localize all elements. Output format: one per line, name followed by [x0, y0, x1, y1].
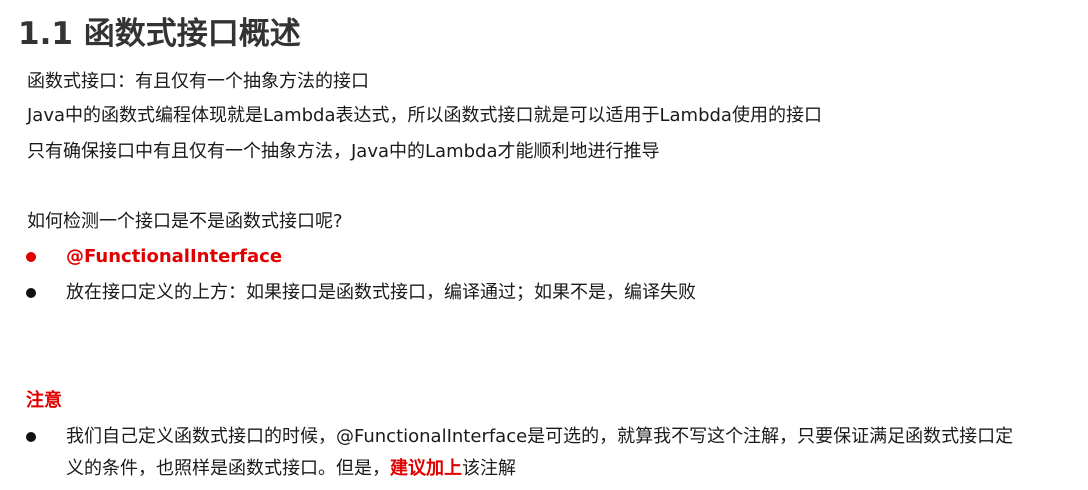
paragraph-lambda-relation: Java中的函数式编程体现就是Lambda表达式，所以函数式接口就是可以适用于L… — [27, 105, 822, 126]
placement-rule-text: 放在接口定义的上方：如果接口是函数式接口，编译通过；如果不是，编译失败 — [66, 282, 696, 303]
note-line-2: 义的条件，也照样是函数式接口。但是，建议加上该注解 — [66, 453, 1088, 485]
paragraph-inference: 只有确保接口中有且仅有一个抽象方法，Java中的Lambda才能顺利地进行推导 — [27, 141, 660, 162]
note-text: 我们自己定义函数式接口的时候，@FunctionalInterface是可选的，… — [66, 421, 1088, 485]
note-line-2-suffix: 该注解 — [462, 458, 516, 479]
bullet-dot-icon — [26, 432, 36, 442]
note-line-1: 我们自己定义函数式接口的时候，@FunctionalInterface是可选的，… — [66, 426, 1014, 447]
bullet-dot-icon — [26, 252, 36, 262]
question-line: 如何检测一个接口是不是函数式接口呢? — [27, 211, 343, 232]
note-emphasis: 建议加上 — [390, 458, 462, 479]
bullet-dot-icon — [26, 288, 36, 298]
document-page: 1.1 函数式接口概述 函数式接口：有且仅有一个抽象方法的接口 Java中的函数… — [0, 0, 1088, 490]
note-title: 注意 — [26, 390, 62, 411]
annotation-name: @FunctionalInterface — [66, 246, 283, 267]
paragraph-definition: 函数式接口：有且仅有一个抽象方法的接口 — [27, 71, 369, 92]
note-line-2-prefix: 义的条件，也照样是函数式接口。但是， — [66, 458, 390, 479]
section-heading: 1.1 函数式接口概述 — [18, 16, 301, 52]
